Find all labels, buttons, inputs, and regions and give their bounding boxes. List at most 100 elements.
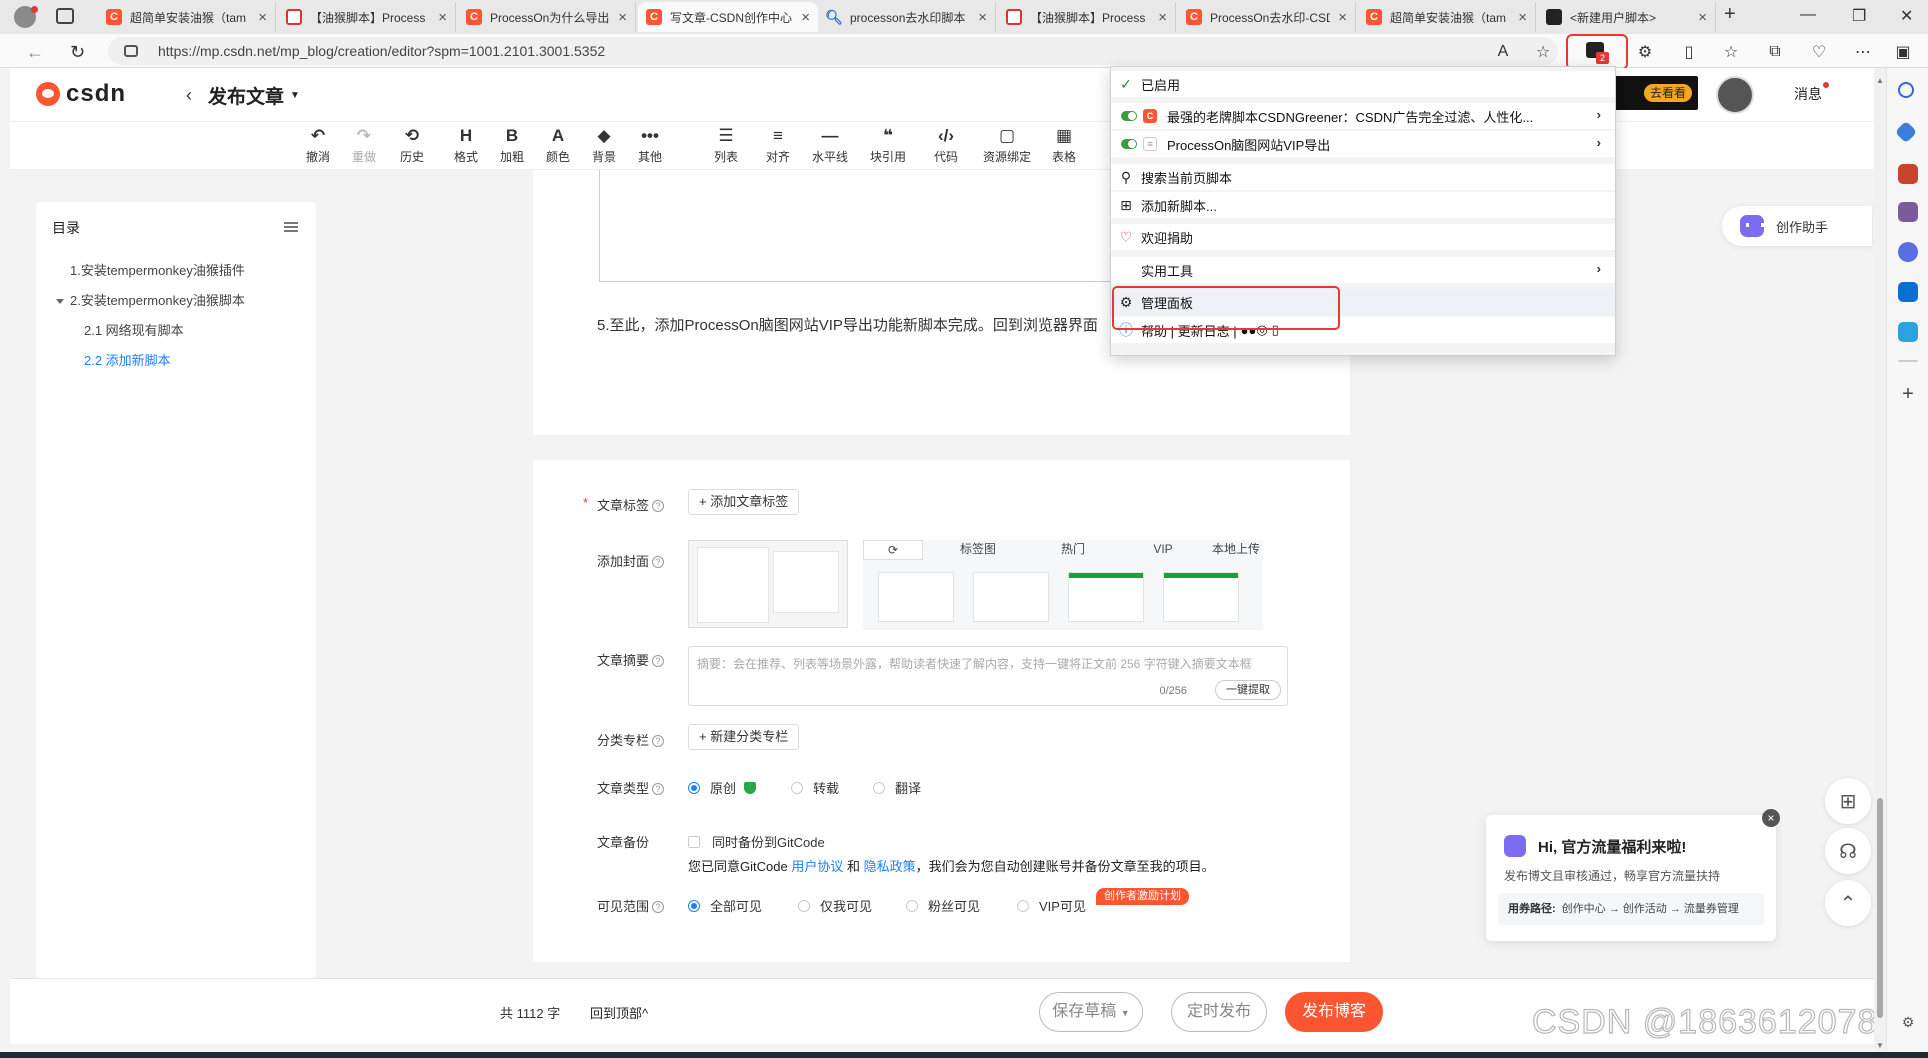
collections-icon[interactable]: ⧉ bbox=[1764, 41, 1786, 63]
back-to-top-link[interactable]: 回到顶部^ bbox=[590, 1003, 648, 1022]
writing-assistant-button[interactable]: 创作助手 bbox=[1722, 206, 1872, 246]
url-field[interactable]: https://mp.csdn.net/mp_blog/creation/edi… bbox=[108, 37, 1558, 65]
caret-down-icon[interactable]: ▼ bbox=[290, 90, 300, 101]
browser-tab[interactable]: C ProcessOn去水印-CSD × bbox=[1178, 2, 1356, 32]
avatar[interactable] bbox=[1716, 76, 1754, 114]
history-button[interactable]: ⟲ 历史 bbox=[390, 126, 434, 165]
favorites-icon[interactable]: ☆ bbox=[1720, 41, 1742, 63]
close-icon[interactable]: × bbox=[438, 9, 447, 26]
toc-item[interactable]: 2.安装tempermonkey油猴脚本 bbox=[70, 290, 245, 309]
scrollbar-thumb[interactable] bbox=[1877, 798, 1883, 1018]
headset-icon[interactable]: ☊ bbox=[1825, 828, 1871, 874]
close-icon[interactable]: × bbox=[1158, 9, 1167, 26]
bold-button[interactable]: B 加粗 bbox=[490, 126, 534, 165]
collapse-toc-icon[interactable] bbox=[284, 222, 298, 232]
chevron-right-icon[interactable]: › bbox=[1597, 107, 1601, 122]
games-icon[interactable] bbox=[1898, 202, 1918, 222]
undo-button[interactable]: ↶ 撤消 bbox=[296, 126, 340, 165]
refresh-cover-button[interactable]: ⟳ bbox=[863, 540, 923, 560]
code-block[interactable] bbox=[599, 170, 1119, 282]
save-draft-button[interactable]: 保存草稿 ▼ bbox=[1039, 992, 1143, 1032]
browser-tab-active[interactable]: C 写文章-CSDN创作中心 × bbox=[638, 2, 818, 32]
help-icon[interactable]: ? bbox=[652, 556, 665, 568]
other-button[interactable]: ••• 其他 bbox=[628, 126, 672, 165]
help-icon[interactable]: ? bbox=[652, 901, 665, 913]
send-icon[interactable] bbox=[1898, 322, 1918, 342]
expand-triangle-icon[interactable] bbox=[56, 299, 64, 304]
toc-item[interactable]: 2.1 网络现有脚本 bbox=[84, 320, 184, 339]
refresh-icon[interactable]: ↻ bbox=[70, 42, 85, 63]
tm-search-scripts[interactable]: ⚲ 搜索当前页脚本 bbox=[1111, 164, 1615, 190]
promo-button[interactable]: 去看看 bbox=[1643, 84, 1692, 102]
cover-preview[interactable] bbox=[688, 540, 848, 628]
outlook-icon[interactable] bbox=[1898, 282, 1918, 302]
add-tag-button[interactable]: + 添加文章标签 bbox=[688, 489, 800, 515]
window-close-icon[interactable]: ✕ bbox=[1900, 6, 1913, 26]
cover-option[interactable] bbox=[1163, 572, 1239, 622]
cover-option[interactable] bbox=[878, 572, 954, 622]
toggle-on-icon[interactable] bbox=[1121, 111, 1137, 121]
horizontal-rule-button[interactable]: — 水平线 bbox=[808, 126, 852, 165]
browser-tab[interactable]: <新建用户脚本> × bbox=[1538, 2, 1716, 32]
close-icon[interactable]: × bbox=[978, 9, 987, 26]
tm-script-processon[interactable]: ≡ ProcessOn脑图网站VIP导出 › bbox=[1111, 131, 1615, 157]
list-button[interactable]: ☰ 列表 bbox=[704, 126, 748, 165]
add-sidebar-app-icon[interactable]: + bbox=[1898, 384, 1918, 404]
close-icon[interactable]: × bbox=[258, 9, 267, 26]
help-icon[interactable]: ? bbox=[652, 735, 665, 747]
visibility-radio-self[interactable]: 仅我可见 bbox=[798, 896, 872, 915]
creator-incentive-badge[interactable]: 创作者激励计划 bbox=[1096, 888, 1189, 905]
back-to-top-icon[interactable]: ⌃ bbox=[1825, 880, 1871, 926]
close-icon[interactable]: × bbox=[1518, 9, 1527, 26]
page-scrollbar[interactable]: ▲ ▼ bbox=[1874, 68, 1886, 1058]
code-button[interactable]: ‹/› 代码 bbox=[924, 126, 968, 165]
table-button[interactable]: ▦ 表格 bbox=[1042, 126, 1086, 165]
close-icon[interactable]: × bbox=[1762, 809, 1780, 827]
browser-tab[interactable]: 【油猴脚本】Process × bbox=[278, 2, 456, 32]
messages-link[interactable]: 消息 bbox=[1794, 82, 1829, 104]
back-arrow-icon[interactable]: ← bbox=[26, 42, 44, 63]
restore-icon[interactable]: ❐ bbox=[1852, 6, 1866, 26]
color-button[interactable]: A 颜色 bbox=[536, 126, 580, 165]
chevron-left-icon[interactable]: ‹ bbox=[186, 85, 192, 106]
cover-tab-local-upload[interactable]: 本地上传 bbox=[1203, 540, 1269, 560]
help-icon[interactable]: ? bbox=[652, 783, 665, 795]
help-icon[interactable]: ? bbox=[652, 500, 665, 512]
profile-icon[interactable] bbox=[14, 6, 38, 28]
scroll-down-icon[interactable]: ▼ bbox=[1876, 1041, 1884, 1050]
background-button[interactable]: ◆ 背景 bbox=[582, 126, 626, 165]
publish-blog-button[interactable]: 发布博客 bbox=[1285, 992, 1383, 1032]
cover-tab-vip[interactable]: VIP bbox=[1138, 540, 1188, 560]
tm-utilities[interactable]: 实用工具 › bbox=[1111, 257, 1615, 283]
tag-icon[interactable] bbox=[1894, 120, 1918, 144]
qrcode-icon[interactable]: ⊞ bbox=[1825, 778, 1871, 824]
performance-icon[interactable]: ♡ bbox=[1808, 41, 1830, 63]
minimize-icon[interactable]: — bbox=[1800, 6, 1816, 24]
schedule-publish-button[interactable]: 定时发布 bbox=[1171, 992, 1267, 1032]
more-menu-icon[interactable]: ⋯ bbox=[1852, 41, 1874, 63]
tm-enabled-row[interactable]: ✓ 已启用 bbox=[1111, 71, 1615, 97]
sidebar-toggle-icon[interactable]: ▣ bbox=[1892, 41, 1914, 63]
favorite-star-icon[interactable]: ☆ bbox=[1532, 41, 1554, 63]
type-radio-original[interactable]: 原创 bbox=[688, 778, 757, 797]
editor-paragraph[interactable]: 5.至此，添加ProcessOn脑图网站VIP导出功能新脚本完成。回到浏览器界面 bbox=[597, 314, 1157, 335]
type-radio-repost[interactable]: 转载 bbox=[791, 778, 839, 797]
tm-script-csdngreener[interactable]: C 最强的老牌脚本CSDNGreener：CSDN广告完全过滤、人性化... › bbox=[1111, 103, 1615, 129]
browser-tab[interactable]: 【油猴脚本】Process × bbox=[998, 2, 1176, 32]
split-screen-icon[interactable]: ▯ bbox=[1678, 41, 1700, 63]
cover-option[interactable] bbox=[973, 572, 1049, 622]
visibility-radio-all[interactable]: 全部可见 bbox=[688, 896, 762, 915]
cover-option[interactable] bbox=[1068, 572, 1144, 622]
format-button[interactable]: H 格式 bbox=[444, 126, 488, 165]
chevron-right-icon[interactable]: › bbox=[1597, 135, 1601, 150]
help-icon[interactable]: ? bbox=[652, 655, 665, 667]
extract-summary-button[interactable]: 一键提取 bbox=[1215, 680, 1281, 700]
toggle-on-icon[interactable] bbox=[1121, 139, 1137, 149]
align-button[interactable]: ≡ 对齐 bbox=[756, 126, 800, 165]
toolbox-icon[interactable] bbox=[1898, 164, 1918, 184]
promo-path[interactable]: 用券路径: 创作中心 → 创作活动 → 流量券管理 bbox=[1498, 893, 1764, 925]
visibility-radio-vip[interactable]: VIP可见 bbox=[1017, 896, 1086, 915]
browser-tab[interactable]: C 超简单安装油猴（tam × bbox=[98, 2, 276, 32]
type-radio-translate[interactable]: 翻译 bbox=[873, 778, 921, 797]
resource-bind-button[interactable]: ▢ 资源绑定 bbox=[982, 126, 1032, 165]
